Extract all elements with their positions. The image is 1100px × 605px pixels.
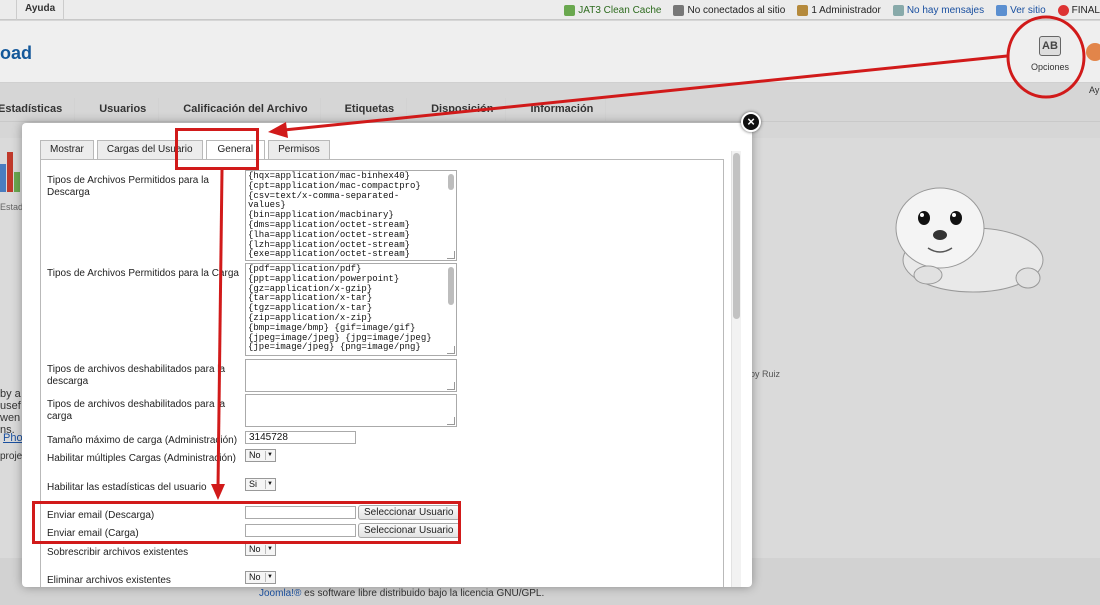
menu-ayuda[interactable]: Ayuda — [17, 0, 65, 20]
chevron-down-icon: ▼ — [265, 573, 274, 582]
page-title: oad — [0, 43, 33, 63]
opciones-button[interactable]: AB Opciones — [1027, 36, 1073, 90]
disabled-download-textarea[interactable] — [245, 359, 457, 392]
modal-scrollbar[interactable] — [731, 151, 741, 587]
annotation-general-box — [175, 128, 259, 170]
resize-grip[interactable] — [447, 382, 455, 390]
select-value: No — [249, 450, 261, 460]
label-delete-existing: Eliminar archivos existentes — [47, 575, 171, 586]
status-visitors: No conectados al sitio — [673, 4, 786, 16]
textarea-content: {hqx=application/mac-binhex40} {cpt=appl… — [248, 171, 421, 260]
scrollbar-thumb[interactable] — [733, 153, 740, 319]
stats-chart-icon — [0, 152, 22, 192]
status-label: 1 Administrador — [811, 4, 881, 16]
admin-icon — [797, 4, 809, 16]
subnav-etiquetas[interactable]: Etiquetas — [321, 98, 408, 121]
select-value: No — [249, 572, 261, 582]
tab-mostrar[interactable]: Mostrar — [40, 140, 94, 159]
select-value: No — [249, 544, 261, 554]
subnav-disposicion[interactable]: Disposición — [407, 98, 507, 121]
select-value: Si — [249, 479, 258, 489]
help-icon[interactable] — [1086, 43, 1100, 61]
logout-icon — [1057, 4, 1069, 16]
status-admins: 1 Administrador — [797, 4, 881, 16]
footer-license: es software libre distribuido bajo la li… — [301, 588, 545, 599]
footer-text: Joomla!® es software libre distribuido b… — [259, 588, 544, 599]
disabled-upload-textarea[interactable] — [245, 394, 457, 427]
status-messages[interactable]: No hay mensajes — [892, 4, 985, 16]
top-menu: Ayuda — [0, 0, 65, 20]
status-bar: JAT3 Clean Cache No conectados al sitio … — [564, 0, 1100, 20]
help-label: Ay — [1089, 85, 1100, 95]
resize-grip[interactable] — [447, 417, 455, 425]
label-download-types: Tipos de Archivos Permitidos para la Des… — [47, 175, 209, 198]
chevron-down-icon: ▼ — [265, 545, 274, 554]
status-label: No hay mensajes — [906, 4, 985, 16]
subnav-usuarios[interactable]: Usuarios — [75, 98, 160, 121]
tab-permisos[interactable]: Permisos — [268, 140, 330, 159]
label-user-stats: Habilitar las estadísticas del usuario — [47, 482, 207, 493]
label-disabled-download: Tipos de archivos deshabilitados para la… — [47, 364, 226, 387]
status-label: FINAL — [1071, 4, 1100, 16]
label-max-upload: Tamaño máximo de carga (Administración) — [47, 435, 238, 446]
textarea-scrollbar[interactable] — [447, 172, 455, 259]
bg-author: oy Ruiz — [750, 369, 781, 379]
top-menu-cut — [0, 0, 17, 20]
status-label: No conectados al sitio — [687, 4, 786, 16]
subnav-calificacion[interactable]: Calificación del Archivo — [159, 98, 321, 121]
component-subnav: Estadísticas Usuarios Calificación del A… — [0, 98, 1100, 122]
admin-topbar: Ayuda JAT3 Clean Cache No conectados al … — [0, 0, 1100, 20]
opciones-label: Opciones — [1030, 62, 1070, 72]
bg-description: by a usef wen ns. — [0, 388, 21, 436]
joomla-link[interactable]: Joomla!® — [259, 588, 301, 599]
resize-grip[interactable] — [447, 251, 455, 259]
options-icon: AB — [1039, 36, 1061, 56]
view-site-icon — [996, 4, 1008, 16]
status-logout[interactable]: FINAL — [1057, 4, 1100, 16]
cache-icon — [564, 4, 576, 16]
label-overwrite: Sobrescribir archivos existentes — [47, 547, 189, 558]
chevron-down-icon: ▼ — [265, 480, 274, 489]
overwrite-select[interactable]: No ▼ — [245, 543, 276, 556]
subnav-informacion[interactable]: Información — [506, 98, 607, 121]
status-label: Ver sitio — [1010, 4, 1046, 16]
label-multi-upload: Habilitar múltiples Cargas (Administraci… — [47, 453, 236, 464]
textarea-scrollbar[interactable] — [447, 265, 455, 354]
label-upload-types: Tipos de Archivos Permitidos para la Car… — [47, 268, 239, 279]
messages-icon — [892, 4, 904, 16]
annotation-email-box — [32, 501, 461, 544]
multi-upload-select[interactable]: No ▼ — [245, 449, 276, 462]
status-clean-cache[interactable]: JAT3 Clean Cache — [564, 4, 662, 16]
status-label: JAT3 Clean Cache — [578, 4, 662, 16]
user-stats-select[interactable]: Si ▼ — [245, 478, 276, 491]
subnav-estadisticas[interactable]: Estadísticas — [0, 98, 76, 121]
resize-grip[interactable] — [447, 346, 455, 354]
label-disabled-upload: Tipos de archivos deshabilitados para la… — [47, 399, 226, 422]
seal-mascot-image — [895, 187, 1044, 293]
delete-existing-select[interactable]: No ▼ — [245, 571, 276, 584]
upload-types-textarea[interactable]: {pdf=application/pdf} {ppt=application/p… — [245, 263, 457, 356]
users-icon — [673, 4, 685, 16]
chevron-down-icon: ▼ — [265, 451, 274, 460]
bg-link[interactable]: Pho — [3, 432, 23, 444]
max-upload-input[interactable]: 3145728 — [245, 431, 356, 444]
status-view-site[interactable]: Ver sitio — [996, 4, 1046, 16]
component-header: oad AB Opciones Ay — [0, 21, 1100, 95]
textarea-content: {pdf=application/pdf} {ppt=application/p… — [248, 264, 432, 353]
close-icon[interactable]: × — [741, 112, 761, 132]
download-types-textarea[interactable]: {hqx=application/mac-binhex40} {cpt=appl… — [245, 170, 457, 261]
